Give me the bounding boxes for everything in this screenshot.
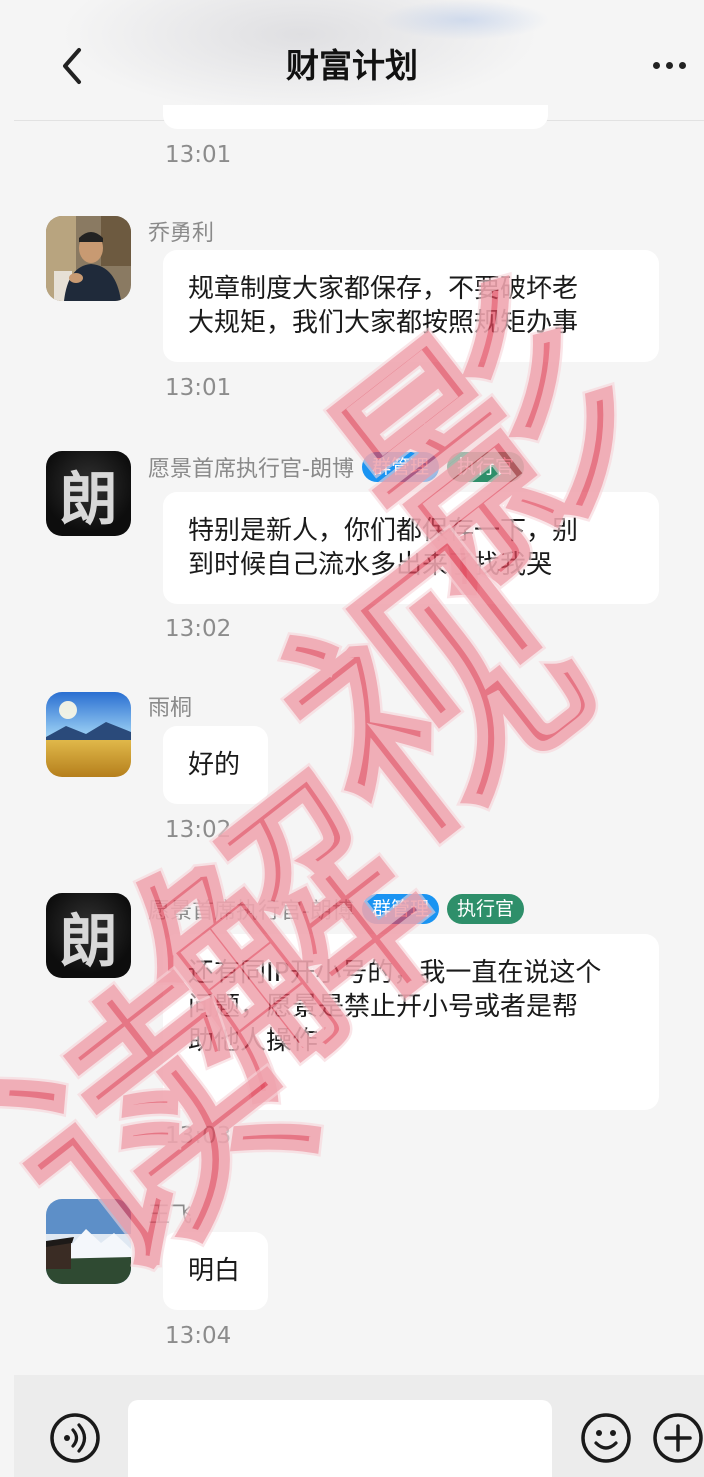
more-dots-icon[interactable] — [644, 50, 694, 80]
message-text-line: 还有同IP开小号的，我一直在说这个 — [188, 958, 602, 988]
sender-name: 雨桐 — [148, 696, 193, 721]
message-time: 13:02 — [165, 616, 232, 642]
badge-group-admin: 群管理 — [361, 894, 439, 924]
badge-executive: 执行官 — [446, 452, 524, 482]
sender-name: 王飞 — [148, 1203, 193, 1228]
message-text-line: 问题，愿景是禁止开小号或者是帮 — [188, 992, 579, 1022]
avatar-langbo[interactable]: 朗 — [46, 893, 131, 978]
message-bubble[interactable]: 明白 — [163, 1232, 268, 1310]
header-blur-accent — [380, 0, 550, 40]
avatar-qiao[interactable] — [46, 216, 131, 301]
sender-name: 愿景首席执行官-朗博 群管理 执行官 — [148, 451, 524, 483]
previous-message-bubble — [163, 105, 548, 129]
message-bubble[interactable]: 特别是新人，你们都保存一下，别 到时候自己流水多出来了找我哭 — [163, 492, 659, 604]
message-text-line: 规章制度大家都保存，不要破坏老 — [188, 274, 579, 304]
emoji-icon[interactable] — [580, 1412, 632, 1464]
message-time: 13:01 — [165, 142, 232, 168]
message-bubble[interactable]: 好的 — [163, 726, 268, 804]
message-time: 13:03 — [165, 1123, 232, 1149]
badge-group-admin: 群管理 — [361, 452, 439, 482]
avatar-wangfei[interactable] — [46, 1199, 131, 1284]
voice-icon[interactable] — [49, 1412, 101, 1464]
message-text-line: 特别是新人，你们都保存一下，别 — [188, 516, 579, 546]
message-time: 13:02 — [165, 817, 232, 843]
avatar-yutong[interactable] — [46, 692, 131, 777]
message-text-line: 大规矩，我们大家都按照规矩办事 — [188, 308, 579, 338]
sender-name: 乔勇利 — [148, 221, 215, 246]
badge-executive: 执行官 — [446, 894, 524, 924]
sender-name: 愿景首席执行官-朗博 群管理 执行官 — [148, 893, 524, 925]
message-time: 13:04 — [165, 1323, 232, 1349]
message-text-line: 到时候自己流水多出来了找我哭 — [188, 550, 553, 580]
message-text-line: 好的 — [188, 750, 241, 780]
message-time: 13:01 — [165, 375, 232, 401]
message-text-line: 助他人操作 — [188, 1026, 319, 1056]
chat-title: 财富计划 — [286, 46, 418, 85]
message-text-line: 明白 — [188, 1256, 241, 1286]
message-bubble[interactable]: 还有同IP开小号的，我一直在说这个 问题，愿景是禁止开小号或者是帮 助他人操作 — [163, 934, 659, 1110]
avatar-langbo[interactable]: 朗 — [46, 451, 131, 536]
message-input[interactable] — [128, 1400, 552, 1477]
plus-circle-icon[interactable] — [652, 1412, 704, 1464]
chat-header: 财富计划 — [0, 0, 704, 120]
message-bubble[interactable]: 规章制度大家都保存，不要破坏老 大规矩，我们大家都按照规矩办事 — [163, 250, 659, 362]
